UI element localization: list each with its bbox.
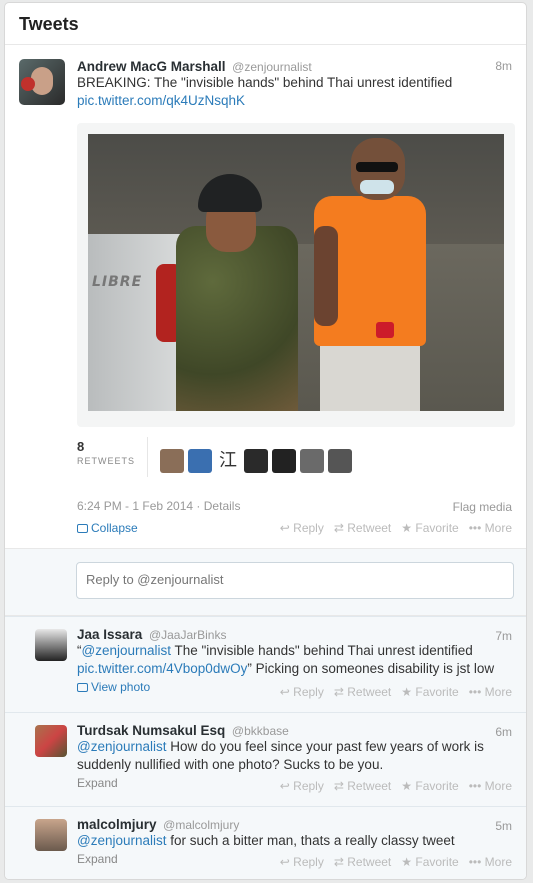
favorite-action[interactable]: ★ Favorite <box>401 779 458 793</box>
reply-actions: ↩ Reply ⇄ Retweet ★ Favorite ••• More <box>280 779 512 793</box>
reply-area: Reply to @zenjournalist <box>5 548 526 616</box>
tweet-timestamp: 6:24 PM - 1 Feb 2014 <box>77 499 194 513</box>
replies-list: 7m Jaa Issara @JaaJarBinks “@zenjournali… <box>5 616 526 879</box>
tweet-time[interactable]: 8m <box>495 59 512 73</box>
reply-author-name[interactable]: Turdsak Numsakul Esq <box>77 723 225 738</box>
reply-avatar[interactable] <box>35 725 67 757</box>
retweeter-avatar[interactable] <box>244 449 268 473</box>
reply-actions: ↩ Reply ⇄ Retweet ★ Favorite ••• More <box>280 685 512 699</box>
favorite-action[interactable]: ★ Favorite <box>401 521 458 535</box>
mention-link[interactable]: @zenjournalist <box>82 643 172 658</box>
retweet-label: RETWEETS <box>77 456 136 466</box>
reply-avatar[interactable] <box>35 629 67 661</box>
reply-action[interactable]: ↩ Reply <box>280 779 324 793</box>
reply-action[interactable]: ↩ Reply <box>280 855 324 869</box>
reply-text: @zenjournalist for such a bitter man, th… <box>77 833 455 848</box>
tweet-text: BREAKING: The "invisible hands" behind T… <box>77 75 453 90</box>
tweet-actions: ↩ Reply ⇄ Retweet ★ Favorite ••• More <box>280 521 512 535</box>
reply-text: “@zenjournalist The "invisible hands" be… <box>77 643 495 676</box>
retweeter-avatar[interactable] <box>300 449 324 473</box>
reply-time[interactable]: 5m <box>495 819 512 833</box>
reply-author-name[interactable]: Jaa Issara <box>77 627 142 642</box>
reply-author-name[interactable]: malcolmjury <box>77 817 157 832</box>
reply-tweet[interactable]: 6m Turdsak Numsakul Esq @bkkbase @zenjou… <box>5 712 526 806</box>
reply-time[interactable]: 7m <box>495 629 512 643</box>
media-icon <box>77 524 88 533</box>
pic-link[interactable]: pic.twitter.com/qk4UzNsqhK <box>77 92 512 110</box>
panel-title: Tweets <box>19 14 79 34</box>
photo-truck-label: LIBRE <box>92 274 143 290</box>
pic-link[interactable]: pic.twitter.com/4Vbop0dwOy <box>77 661 247 676</box>
reply-text: @zenjournalist How do you feel since you… <box>77 739 484 772</box>
mention-link[interactable]: @zenjournalist <box>77 833 167 848</box>
reply-action[interactable]: ↩ Reply <box>280 521 324 535</box>
media-icon <box>77 683 88 692</box>
retweeter-avatar[interactable] <box>328 449 352 473</box>
retweet-action[interactable]: ⇄ Retweet <box>334 685 391 699</box>
tweet-photo[interactable]: LIBRE <box>88 134 504 411</box>
retweet-count: 8 <box>77 439 85 454</box>
flag-media-link[interactable]: Flag media <box>453 500 512 514</box>
retweet-stats[interactable]: 8 RETWEETS <box>77 439 147 466</box>
more-action[interactable]: ••• More <box>469 685 512 699</box>
author-avatar[interactable] <box>19 59 65 105</box>
reply-input[interactable]: Reply to @zenjournalist <box>76 562 514 599</box>
more-action[interactable]: ••• More <box>469 855 512 869</box>
favorite-action[interactable]: ★ Favorite <box>401 685 458 699</box>
reply-author-handle[interactable]: @JaaJarBinks <box>149 628 227 642</box>
author-handle[interactable]: @zenjournalist <box>232 60 312 74</box>
details-link[interactable]: Details <box>204 499 241 513</box>
retweeter-avatars: 江 <box>160 449 352 473</box>
retweeter-avatar[interactable] <box>188 449 212 473</box>
reply-time[interactable]: 6m <box>495 725 512 739</box>
retweet-action[interactable]: ⇄ Retweet <box>334 521 391 535</box>
panel-header: Tweets <box>5 3 526 45</box>
author-name[interactable]: Andrew MacG Marshall <box>77 59 226 74</box>
retweet-action[interactable]: ⇄ Retweet <box>334 779 391 793</box>
reply-action[interactable]: ↩ Reply <box>280 685 324 699</box>
retweeter-avatar[interactable] <box>272 449 296 473</box>
favorite-action[interactable]: ★ Favorite <box>401 855 458 869</box>
tweet-meta: 6:24 PM - 1 Feb 2014 · Details <box>77 499 241 513</box>
retweeter-avatar[interactable] <box>160 449 184 473</box>
reply-author-handle[interactable]: @bkkbase <box>232 724 289 738</box>
media-container: LIBRE <box>77 123 515 427</box>
mention-link[interactable]: @zenjournalist <box>77 739 167 754</box>
more-action[interactable]: ••• More <box>469 521 512 535</box>
tweet-panel: Tweets 8m Andrew MacG Marshall @zenjourn… <box>4 2 527 880</box>
reply-avatar[interactable] <box>35 819 67 851</box>
reply-actions: ↩ Reply ⇄ Retweet ★ Favorite ••• More <box>280 855 512 869</box>
more-action[interactable]: ••• More <box>469 779 512 793</box>
retweet-action[interactable]: ⇄ Retweet <box>334 855 391 869</box>
reply-author-handle[interactable]: @malcolmjury <box>163 818 239 832</box>
stats-divider <box>147 437 148 477</box>
collapse-link[interactable]: Collapse <box>77 521 138 535</box>
retweeter-avatar[interactable]: 江 <box>216 449 240 473</box>
reply-tweet[interactable]: 5m malcolmjury @malcolmjury @zenjournali… <box>5 806 526 879</box>
reply-tweet[interactable]: 7m Jaa Issara @JaaJarBinks “@zenjournali… <box>5 616 526 712</box>
